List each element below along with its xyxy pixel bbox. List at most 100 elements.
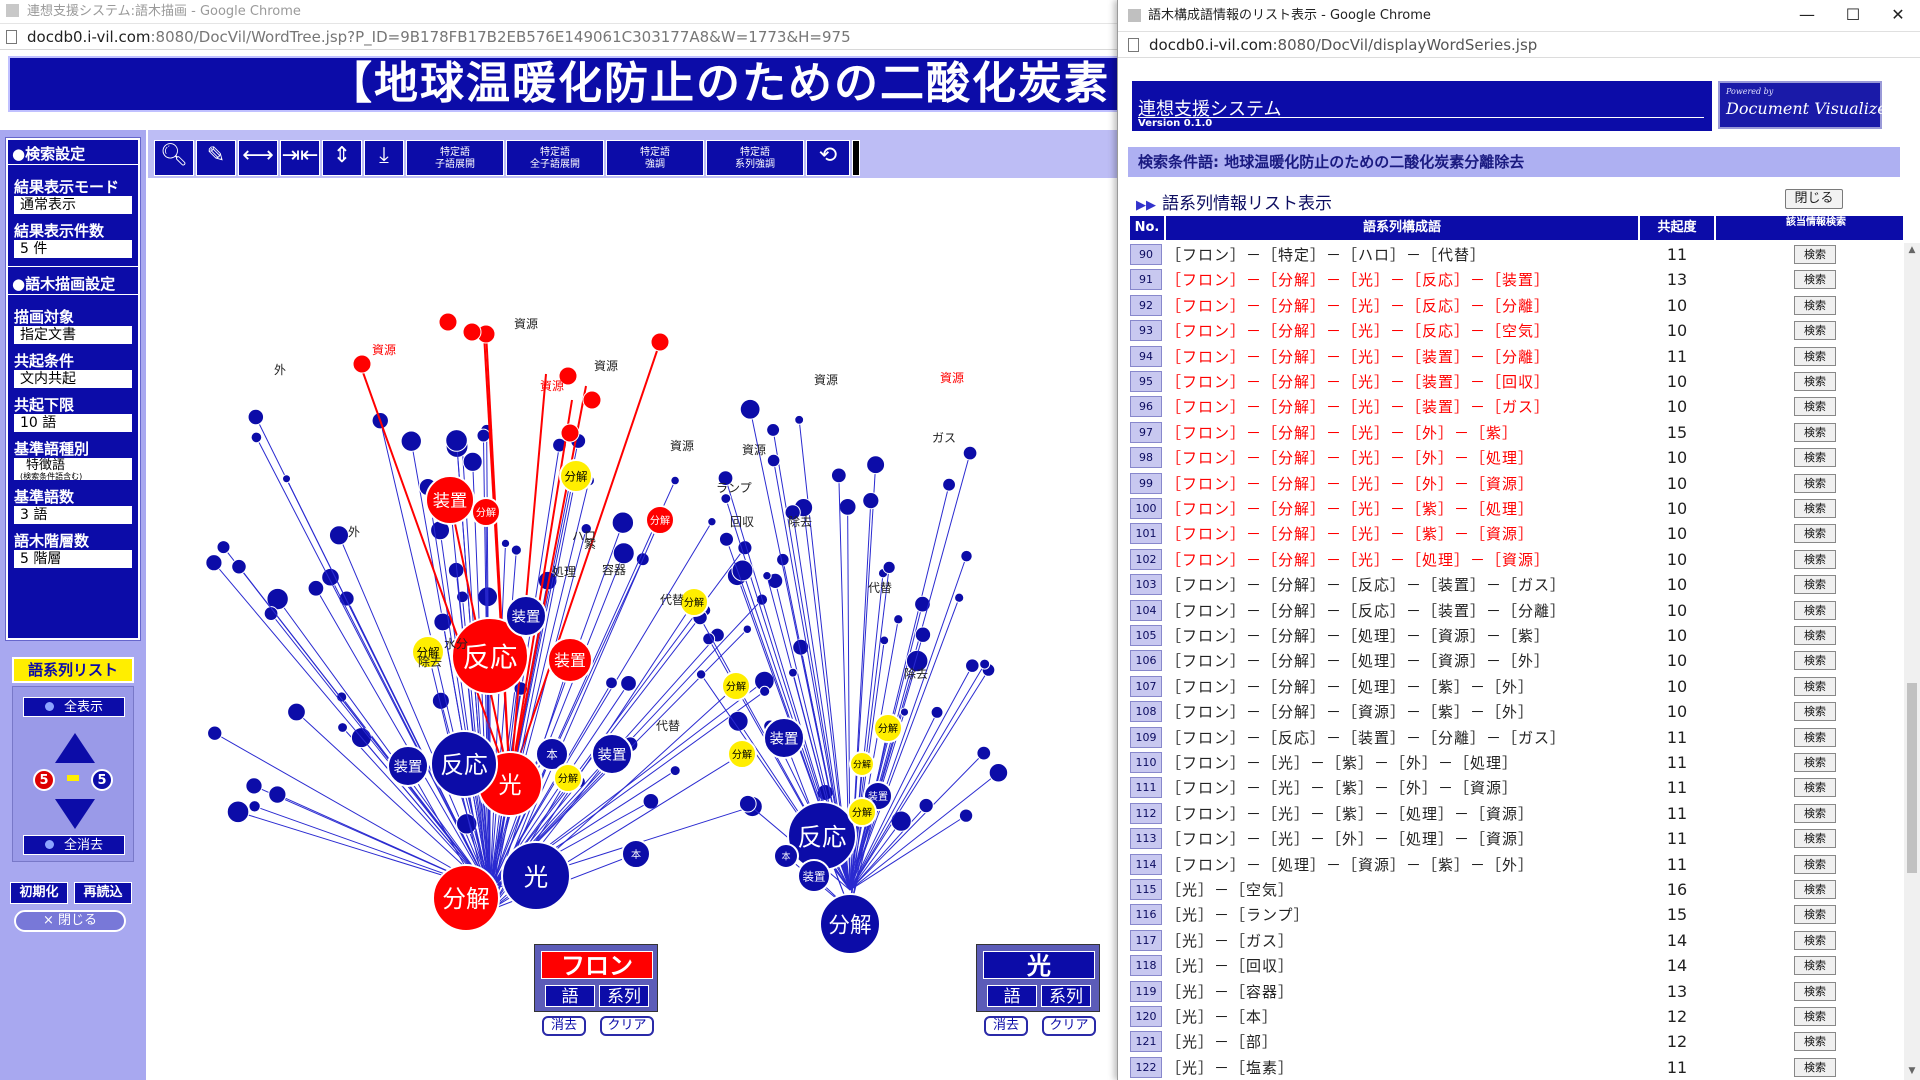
count-value[interactable]: 5 件 (14, 240, 132, 258)
row-search-button[interactable]: 検索 (1794, 956, 1836, 976)
row-search-button[interactable]: 検索 (1794, 778, 1836, 798)
row-search-button[interactable]: 検索 (1794, 753, 1836, 772)
tree-small-node (890, 810, 912, 832)
row-search-button[interactable]: 検索 (1794, 651, 1836, 671)
mode-value[interactable]: 通常表示 (14, 196, 132, 214)
tree-small-node (611, 511, 635, 534)
type-value-box[interactable]: 特徴語 (検索条件語含む) (14, 458, 132, 480)
root-erase-button[interactable]: 消去 (542, 1016, 586, 1036)
row-search-button[interactable]: 検索 (1794, 930, 1836, 950)
root-label-fron[interactable]: フロン (541, 951, 653, 980)
hide-all-button[interactable]: 全消去 (23, 835, 125, 855)
root-clear-button[interactable]: クリア (1042, 1016, 1096, 1036)
row-search-button[interactable]: 検索 (1794, 626, 1836, 645)
row-search-button[interactable]: 検索 (1794, 549, 1836, 569)
target-value[interactable]: 指定文書 (14, 326, 132, 344)
reload-button[interactable]: 再読込 (74, 882, 132, 904)
row-search-button[interactable]: 検索 (1794, 321, 1836, 341)
scroll-down-icon[interactable]: ▼ (1904, 1066, 1920, 1078)
root-erase-button[interactable]: 消去 (984, 1016, 1028, 1036)
row-search-button[interactable]: 検索 (1794, 397, 1836, 417)
row-search-button[interactable]: 検索 (1794, 295, 1836, 315)
row-search-button[interactable]: 検索 (1794, 473, 1836, 493)
row-search-button[interactable]: 検索 (1794, 829, 1836, 849)
series-list-button[interactable]: 語系列リスト (12, 657, 134, 683)
tree-word-label: 資源 (670, 439, 694, 453)
row-search-button[interactable]: 検索 (1794, 702, 1836, 722)
bg-url-path: :8080/DocVil/WordTree.jsp?P_ID=9B178FB17… (150, 28, 851, 46)
highlight-word-button[interactable]: 特定語 強調 (606, 140, 704, 176)
row-search-button[interactable]: 検索 (1794, 981, 1836, 1001)
highlight-series-button[interactable]: 特定語 系列強調 (706, 140, 804, 176)
row-search-button[interactable]: 検索 (1794, 854, 1836, 874)
basecount-value[interactable]: 3 語 (14, 506, 132, 524)
row-search-button[interactable]: 検索 (1794, 1032, 1836, 1052)
series-table-body[interactable]: 90 ［フロン］－［特定］－［ハロ］－［代替］ 11 検索 91 ［フロン］－［分解］－［… (1130, 243, 1903, 1080)
level-down-arrow-icon[interactable] (55, 799, 95, 829)
root-word-button[interactable]: 語 (545, 985, 595, 1007)
row-search-button[interactable]: 検索 (1794, 880, 1836, 899)
row-search-button[interactable]: 検索 (1794, 905, 1836, 925)
popup-address-bar[interactable]: docdb0.i-vil.com:8080/DocVil/displayWord… (1118, 32, 1920, 58)
page-icon (1128, 38, 1139, 52)
row-search-button[interactable]: 検索 (1794, 600, 1836, 620)
row-terms: ［フロン］－［分解］－［光］－［処理］－［資源］ (1166, 550, 1551, 569)
row-search-button[interactable]: 検索 (1794, 1057, 1836, 1077)
row-search-button[interactable]: 検索 (1794, 575, 1836, 595)
row-search-button[interactable]: 検索 (1794, 422, 1836, 442)
cooc-value[interactable]: 文内共起 (14, 370, 132, 388)
root-series-button[interactable]: 系列 (599, 985, 649, 1007)
scroll-up-icon[interactable]: ▲ (1904, 245, 1920, 257)
tree-node-label: 光 (498, 773, 521, 799)
row-search-button[interactable]: 検索 (1794, 245, 1836, 264)
lower-value[interactable]: 10 語 (14, 414, 132, 432)
row-search-button[interactable]: 検索 (1794, 524, 1836, 544)
expand-horizontal-icon[interactable]: ⟷ (238, 140, 278, 176)
row-search-button[interactable]: 検索 (1794, 372, 1836, 391)
row-search-button[interactable]: 検索 (1794, 727, 1836, 747)
depth-value[interactable]: 5 階層 (14, 550, 132, 568)
show-all-button[interactable]: 全表示 (23, 697, 125, 717)
contract-vertical-icon[interactable]: ⤓ (364, 140, 404, 176)
all-subword-expand-button[interactable]: 特定語 全子語展開 (506, 140, 604, 176)
scroll-thumb[interactable] (1907, 683, 1917, 873)
root-series-button[interactable]: 系列 (1041, 985, 1091, 1007)
tree-node-label: 装置 (802, 869, 825, 883)
row-number: 92 (1130, 294, 1162, 316)
row-search-button[interactable]: 検索 (1794, 1007, 1836, 1026)
row-number: 113 (1130, 828, 1162, 850)
row-search-button[interactable]: 検索 (1794, 448, 1836, 468)
table-row: 103 ［フロン］－［分解］－［反応］－［装置］－［ガス］ 10 検索 (1130, 573, 1903, 598)
root-label-hikari[interactable]: 光 (983, 951, 1095, 980)
row-terms: ［フロン］－［分解］－［資源］－［紫］－［外］ (1166, 703, 1535, 722)
close-icon[interactable]: ✕ (1875, 0, 1920, 32)
tree-small-node (739, 398, 761, 420)
pencil-icon[interactable]: ✎ (196, 140, 236, 176)
popup-scrollbar[interactable]: ▲ ▼ (1904, 243, 1920, 1080)
tree-small-node (462, 451, 483, 472)
row-search-button[interactable]: 検索 (1794, 270, 1836, 290)
row-search-button[interactable]: 検索 (1794, 676, 1836, 696)
row-search-button[interactable]: 検索 (1794, 346, 1836, 366)
refresh-icon[interactable]: ⟲ (806, 140, 850, 176)
row-search-button[interactable]: 検索 (1794, 803, 1836, 823)
maximize-icon[interactable]: ☐ (1830, 0, 1876, 32)
subword-expand-button[interactable]: 特定語 子語展開 (406, 140, 504, 176)
popup-close-button[interactable]: 閉じる (1785, 189, 1843, 209)
expand-vertical-icon[interactable]: ⇕ (322, 140, 362, 176)
row-terms: ［光］－［容器］ (1166, 982, 1295, 1001)
toolbar-scroll-handle[interactable] (852, 140, 860, 176)
minimize-icon[interactable]: — (1784, 0, 1830, 32)
row-search-button[interactable]: 検索 (1794, 499, 1836, 518)
contract-horizontal-icon[interactable]: ⇥⇤ (280, 140, 320, 176)
close-button[interactable]: × 閉じる (14, 910, 126, 932)
root-clear-button[interactable]: クリア (600, 1016, 654, 1036)
init-button[interactable]: 初期化 (10, 882, 68, 904)
tree-node-label: 本 (631, 848, 641, 861)
tree-small-node (742, 624, 753, 634)
level-up-arrow-icon[interactable] (55, 733, 95, 763)
tree-small-node (976, 745, 992, 761)
word-tree-canvas[interactable]: 分解光光反応 反応 装置 装置 装置 分解 分解 分解 分解 装置 装置本本分解 分解 分解 分解 反応 分解… (148, 178, 1148, 1080)
root-word-button[interactable]: 語 (987, 985, 1037, 1007)
magnifier-icon[interactable]: 🔍︎ (154, 140, 194, 176)
